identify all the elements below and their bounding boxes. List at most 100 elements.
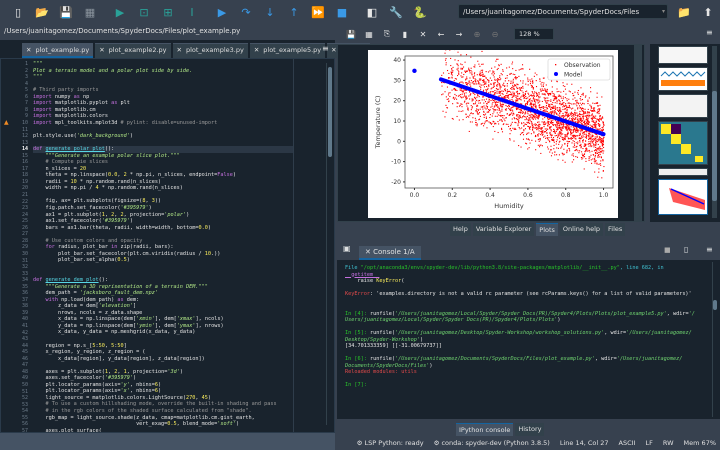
code-text[interactable]: """ Plot a terrain model and a polar plot… bbox=[33, 61, 293, 432]
working-directory-combobox[interactable]: /Users/juanitagomez/Documents/SpyderDocs… bbox=[458, 4, 668, 19]
scrollbar-thumb[interactable] bbox=[328, 67, 332, 157]
copy-icon[interactable]: ⎘ bbox=[378, 29, 396, 39]
observation-point bbox=[572, 115, 574, 117]
save-all-plots-icon[interactable]: ▦ bbox=[360, 30, 378, 39]
ipython-console[interactable]: File "/opt/anaconda3/envs/spyder-dev/lib… bbox=[337, 260, 720, 419]
new-file-icon[interactable]: ▯ bbox=[6, 2, 30, 22]
plots-options-icon[interactable]: ≡ bbox=[706, 28, 713, 37]
observation-point bbox=[534, 135, 536, 138]
close-icon[interactable]: ✕ bbox=[365, 248, 373, 256]
stop-icon[interactable]: ■ bbox=[330, 2, 354, 22]
splitter-handle[interactable] bbox=[634, 45, 642, 221]
plot-thumbnail[interactable] bbox=[658, 121, 708, 165]
observation-point bbox=[454, 89, 456, 91]
maximize-pane-icon[interactable]: ◧ bbox=[360, 2, 384, 22]
save-all-icon[interactable]: ▦ bbox=[78, 2, 102, 22]
zoom-field[interactable]: 128 % bbox=[514, 28, 554, 40]
run-cell-advance-icon[interactable]: ⊞ bbox=[156, 2, 180, 22]
save-plot-icon[interactable]: 💾 bbox=[342, 30, 360, 39]
plot-figure[interactable]: 0.0 0.2 0.4 0.6 0.8 1.0 -20 -10 0 10 20 30 40 Humidit… bbox=[368, 45, 618, 218]
plot-thumbnail[interactable] bbox=[658, 168, 708, 176]
observation-point bbox=[557, 122, 560, 124]
debug-icon[interactable]: ▶ bbox=[210, 2, 234, 22]
stop-kernel-icon[interactable]: ■ bbox=[664, 246, 671, 254]
pane-tab[interactable]: Help bbox=[450, 223, 471, 236]
open-file-icon[interactable]: 📂 bbox=[30, 2, 54, 22]
close-icon[interactable]: ✕ bbox=[177, 46, 182, 54]
close-icon[interactable]: ✕ bbox=[26, 46, 31, 54]
editor-tab[interactable]: ✕ plot_example3.py bbox=[172, 43, 248, 58]
observation-point bbox=[526, 103, 528, 106]
observation-point bbox=[470, 69, 472, 72]
preferences-wrench-icon[interactable]: 🔧 bbox=[384, 2, 408, 22]
next-icon[interactable]: → bbox=[450, 30, 468, 39]
chevron-down-icon[interactable]: ▾ bbox=[662, 8, 665, 15]
observation-point bbox=[572, 134, 574, 136]
parent-directory-icon[interactable]: ⬆ bbox=[696, 2, 720, 22]
observation-point bbox=[573, 113, 575, 115]
line-number: 3 bbox=[24, 74, 28, 81]
scrollbar-thumb[interactable] bbox=[713, 300, 717, 310]
zoom-in-icon[interactable]: ⊕ bbox=[468, 30, 486, 39]
close-icon[interactable]: ✕ bbox=[99, 46, 104, 54]
observation-point bbox=[584, 96, 586, 98]
code-editor[interactable]: 1 2 3 4 5 6 7 8 9 10 ▲ 11 12 13 14 15 16 17 18 19 20 21 22 23 24… bbox=[0, 58, 335, 433]
editor-tab[interactable]: ✕ plot_example5.py bbox=[249, 43, 326, 58]
plot-thumbnail[interactable] bbox=[658, 46, 708, 64]
step-icon[interactable]: ↷ bbox=[234, 2, 258, 22]
conda-status[interactable]: ⚙ conda: spyder-dev (Python 3.8.5) bbox=[434, 439, 550, 447]
step-return-icon[interactable]: ↑ bbox=[282, 2, 306, 22]
console-text: "/opt/anaconda3/envs/spyder-dev/lib/pyth… bbox=[360, 265, 620, 271]
observation-point bbox=[496, 88, 498, 90]
thumbnail-scrollbar[interactable] bbox=[712, 46, 717, 218]
observation-point bbox=[562, 82, 564, 84]
observation-point bbox=[570, 111, 573, 113]
pane-tab[interactable]: Variable Explorer bbox=[472, 223, 535, 236]
observation-point bbox=[574, 146, 576, 148]
editor-tab[interactable]: ✕ plot_example2.py bbox=[95, 43, 171, 58]
plot-canvas-area: 0.0 0.2 0.4 0.6 0.8 1.0 -20 -10 0 10 20 30 40 Humidit… bbox=[337, 44, 645, 222]
run-selection-icon[interactable]: I bbox=[180, 2, 204, 22]
step-into-icon[interactable]: ↓ bbox=[258, 2, 282, 22]
close-icon[interactable]: ✕ bbox=[254, 46, 259, 54]
console-options-icon[interactable]: ≡ bbox=[706, 245, 713, 254]
continue-icon[interactable]: ⏩ bbox=[306, 2, 330, 22]
observation-point bbox=[585, 148, 587, 150]
editor-tab[interactable]: ✕ plot_example.py bbox=[22, 43, 94, 58]
plot-thumbnail[interactable] bbox=[658, 179, 708, 215]
observation-point bbox=[599, 116, 601, 118]
legend-label: Observation bbox=[564, 62, 601, 69]
observation-point bbox=[499, 119, 501, 121]
observation-point bbox=[602, 137, 604, 140]
observation-point bbox=[509, 133, 511, 135]
run-icon[interactable]: ▶ bbox=[108, 2, 132, 22]
observation-point bbox=[468, 69, 470, 71]
pane-tab[interactable]: Online help bbox=[559, 223, 604, 236]
remove-all-icon[interactable]: ✕ bbox=[414, 30, 432, 39]
browse-folder-icon[interactable]: 📁 bbox=[672, 2, 696, 22]
observation-point bbox=[538, 104, 541, 106]
tab-console[interactable]: ✕ Console 1/A bbox=[359, 246, 421, 260]
editor-scrollbar[interactable] bbox=[326, 63, 332, 425]
plot-thumbnail[interactable] bbox=[658, 94, 708, 118]
observation-point bbox=[583, 133, 585, 135]
save-icon[interactable]: 💾 bbox=[54, 2, 78, 22]
observation-point bbox=[507, 107, 510, 109]
python-path-icon[interactable]: 🐍 bbox=[408, 2, 432, 22]
console-scrollbar[interactable] bbox=[712, 262, 717, 417]
clear-console-icon[interactable]: ▯ bbox=[684, 245, 688, 254]
observation-point bbox=[484, 83, 486, 85]
zoom-out-icon[interactable]: ⊖ bbox=[486, 30, 504, 39]
pane-tab[interactable]: Plots bbox=[536, 223, 558, 236]
pane-tab[interactable]: Files bbox=[605, 223, 626, 236]
editor-options-icon[interactable]: ≡ bbox=[322, 44, 329, 53]
observation-point bbox=[529, 68, 531, 70]
close-icon[interactable]: ✕ bbox=[331, 46, 336, 54]
observation-point bbox=[586, 150, 588, 152]
observation-point bbox=[584, 150, 586, 153]
remove-plot-icon[interactable]: ▮ bbox=[396, 30, 414, 39]
plot-thumbnail[interactable] bbox=[658, 67, 708, 91]
previous-icon[interactable]: ← bbox=[432, 30, 450, 39]
run-cell-icon[interactable]: ⊡ bbox=[132, 2, 156, 22]
observation-point bbox=[516, 86, 518, 88]
